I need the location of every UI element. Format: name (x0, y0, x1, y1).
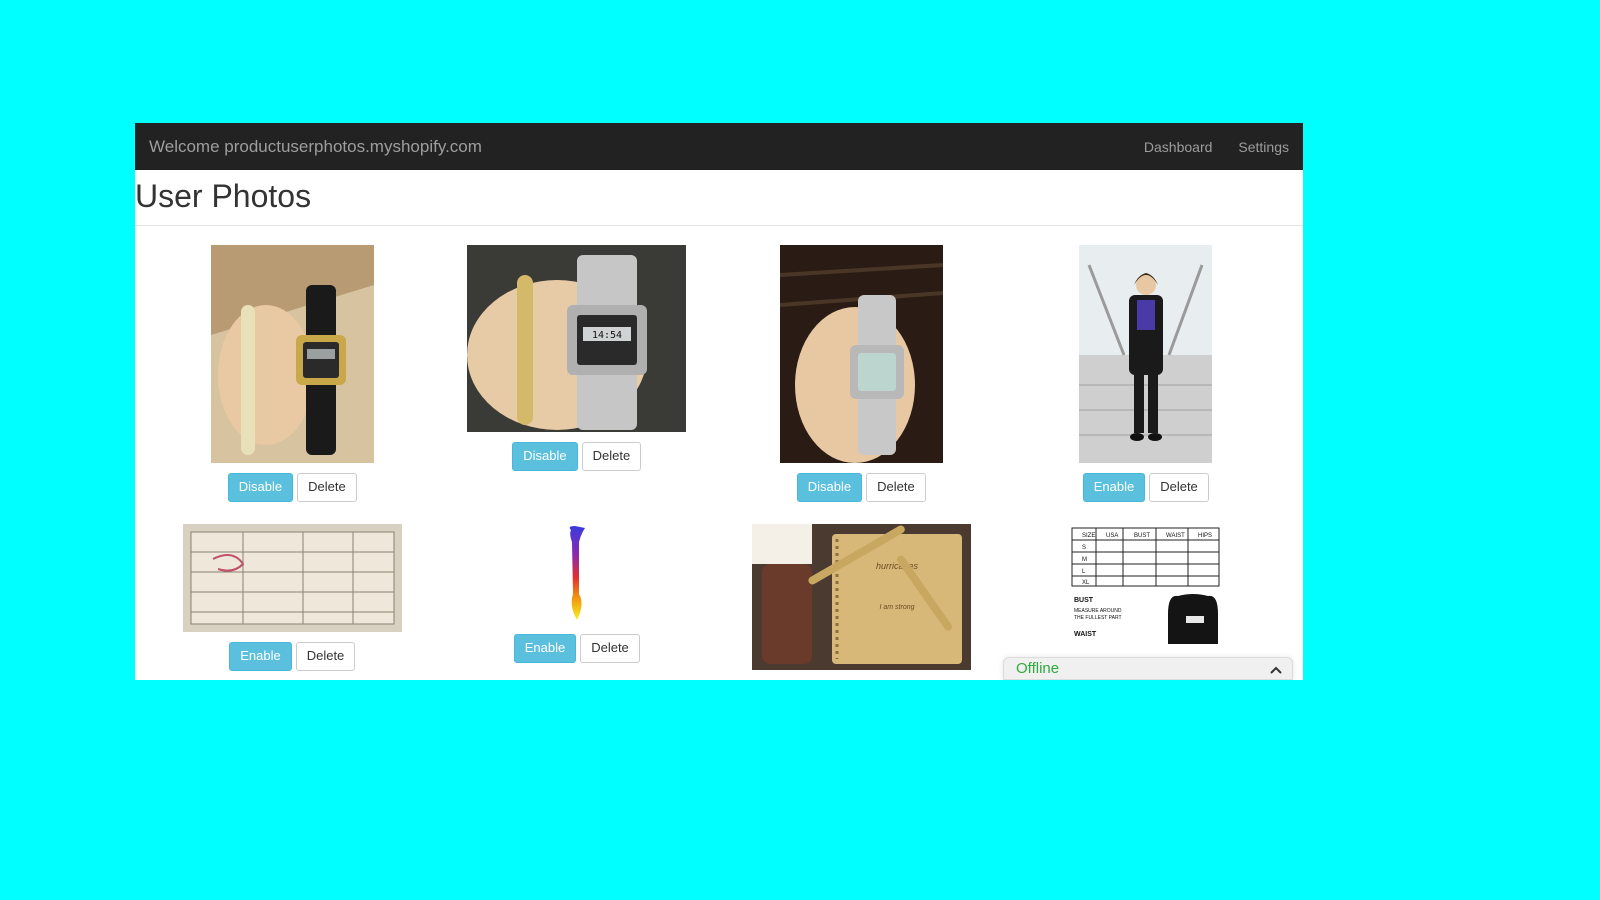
enable-button[interactable]: Enable (514, 634, 576, 663)
photo-thumbnail[interactable] (211, 245, 374, 463)
chat-widget[interactable]: Offline (1003, 657, 1293, 680)
nav-dashboard[interactable]: Dashboard (1144, 139, 1213, 155)
chevron-up-icon (1270, 661, 1282, 677)
button-row: Enable Delete (1083, 473, 1209, 502)
svg-text:14:54: 14:54 (592, 330, 622, 341)
app-window: Welcome productuserphotos.myshopify.com … (135, 123, 1303, 680)
photo-card: Disable Delete (719, 245, 1004, 502)
delete-button[interactable]: Delete (297, 473, 357, 502)
svg-text:BUST: BUST (1134, 533, 1150, 539)
photo-thumbnail[interactable] (1079, 245, 1212, 463)
svg-text:BUST: BUST (1074, 597, 1094, 604)
navbar: Welcome productuserphotos.myshopify.com … (135, 123, 1303, 170)
navbar-nav: Dashboard Settings (1144, 139, 1289, 155)
photo-card: Disable Delete (150, 245, 435, 502)
photo-card: Enable Delete (1004, 245, 1289, 502)
delete-button[interactable]: Delete (580, 634, 640, 663)
photo-grid: Disable Delete 14:54 (135, 245, 1303, 680)
page-title: User Photos (135, 170, 1303, 225)
svg-text:SIZE: SIZE (1082, 533, 1095, 539)
nav-settings[interactable]: Settings (1238, 139, 1289, 155)
photo-card: hurricanes I am strong (719, 524, 1004, 671)
disable-button[interactable]: Disable (797, 473, 862, 502)
svg-text:MEASURE AROUND: MEASURE AROUND (1074, 608, 1122, 614)
photo-card: 14:54 Disable Delete (435, 245, 720, 502)
delete-button[interactable]: Delete (866, 473, 926, 502)
disable-button[interactable]: Disable (228, 473, 293, 502)
svg-text:XL: XL (1082, 580, 1090, 586)
svg-text:THE FULLEST PART: THE FULLEST PART (1074, 615, 1122, 621)
svg-text:I am strong: I am strong (879, 604, 914, 611)
svg-text:WAIST: WAIST (1166, 533, 1185, 539)
svg-text:M: M (1082, 557, 1087, 563)
photo-thumbnail[interactable]: hurricanes I am strong (752, 524, 971, 670)
navbar-brand: Welcome productuserphotos.myshopify.com (149, 137, 482, 157)
photo-thumbnail[interactable] (557, 524, 597, 624)
svg-text:HIPS: HIPS (1198, 533, 1212, 539)
button-row: Disable Delete (512, 442, 641, 471)
delete-button[interactable]: Delete (296, 642, 356, 671)
chat-status-label: Offline (1016, 660, 1059, 677)
enable-button[interactable]: Enable (1083, 473, 1145, 502)
button-row: Enable Delete (229, 642, 355, 671)
photo-thumbnail[interactable]: SIZE USA BUST WAIST HIPS S M L XL BUST M… (1068, 524, 1223, 652)
button-row: Enable Delete (514, 634, 640, 663)
content: User Photos (135, 170, 1303, 680)
button-row: Disable Delete (797, 473, 926, 502)
photo-card: Enable Delete (435, 524, 720, 671)
title-section: User Photos (135, 170, 1303, 226)
svg-text:S: S (1082, 545, 1086, 551)
delete-button[interactable]: Delete (582, 442, 642, 471)
photo-card: Enable Delete (150, 524, 435, 671)
disable-button[interactable]: Disable (512, 442, 577, 471)
svg-text:USA: USA (1106, 533, 1118, 539)
photo-thumbnail[interactable]: 14:54 (467, 245, 686, 432)
photo-thumbnail[interactable] (183, 524, 402, 632)
delete-button[interactable]: Delete (1149, 473, 1209, 502)
enable-button[interactable]: Enable (229, 642, 291, 671)
button-row: Disable Delete (228, 473, 357, 502)
photo-card: SIZE USA BUST WAIST HIPS S M L XL BUST M… (1004, 524, 1289, 671)
photo-thumbnail[interactable] (780, 245, 943, 463)
svg-text:WAIST: WAIST (1074, 631, 1097, 638)
